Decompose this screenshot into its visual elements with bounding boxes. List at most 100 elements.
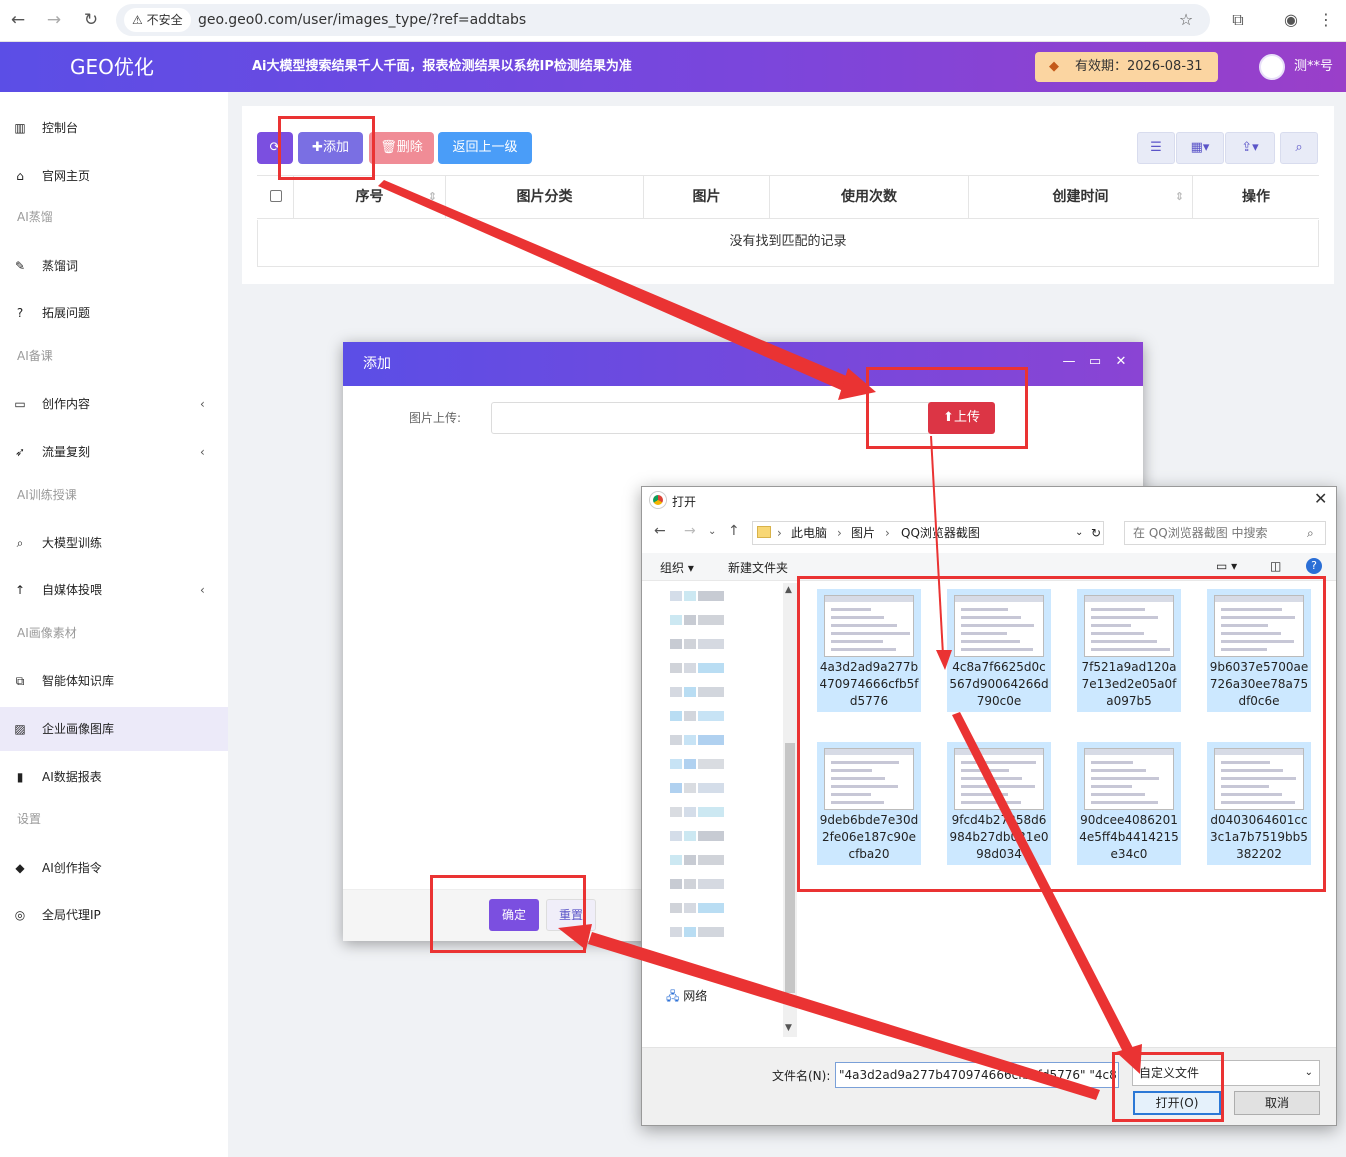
- table-search-icon[interactable]: ⌕: [1280, 132, 1318, 164]
- nav-tree-item-blurred[interactable]: [684, 591, 696, 601]
- organize-menu[interactable]: 组织 ▾: [660, 559, 694, 576]
- nav-tree-item-blurred[interactable]: [670, 927, 682, 937]
- nav-tree-item-blurred[interactable]: [670, 735, 682, 745]
- reload-icon[interactable]: ↻: [79, 8, 103, 32]
- nav-tree-item-blurred[interactable]: [670, 663, 682, 673]
- new-folder-button[interactable]: 新建文件夹: [728, 559, 788, 576]
- sidebar-item[interactable]: ◆ AI创作指令: [0, 846, 228, 890]
- nav-tree-item-blurred[interactable]: [670, 615, 682, 625]
- nav-tree-item-blurred[interactable]: [670, 711, 682, 721]
- recent-dropdown-icon[interactable]: ⌄: [708, 526, 716, 537]
- file-item[interactable]: 7f521a9ad120a7e13ed2e05a0fa097b5: [1077, 589, 1181, 712]
- nav-tree-item-blurred[interactable]: [698, 927, 724, 937]
- file-item[interactable]: 4c8a7f6625d0c567d90064266d790c0e: [947, 589, 1051, 712]
- export-icon[interactable]: ⇪▾: [1225, 132, 1275, 164]
- nav-tree-item-blurred[interactable]: [684, 687, 696, 697]
- confirm-button[interactable]: 确定: [489, 899, 539, 931]
- scroll-up-icon[interactable]: ▲: [785, 585, 792, 595]
- breadcrumb-pictures[interactable]: 图片: [851, 522, 875, 544]
- nav-tree-item-blurred[interactable]: [698, 831, 724, 841]
- nav-tree-item-blurred[interactable]: [670, 759, 682, 769]
- nav-tree-item-blurred[interactable]: [670, 687, 682, 697]
- sidebar-item[interactable]: ➶ 流量复刻 ‹: [0, 430, 228, 474]
- nav-tree-item-blurred[interactable]: [684, 927, 696, 937]
- file-item[interactable]: 4a3d2ad9a277b470974666cfb5fd5776: [817, 589, 921, 712]
- table-header-cell[interactable]: 序号 ⇕: [293, 175, 445, 219]
- nav-tree-item-blurred[interactable]: [684, 783, 696, 793]
- nav-tree-item-blurred[interactable]: [698, 735, 724, 745]
- file-item[interactable]: 90dcee40862014e5ff4b4414215e34c0: [1077, 742, 1181, 865]
- nav-tree-item-blurred[interactable]: [670, 879, 682, 889]
- nav-tree-item-blurred[interactable]: [684, 735, 696, 745]
- close-icon[interactable]: ✕: [1113, 354, 1129, 369]
- table-header-cell[interactable]: 创建时间 ⇕: [968, 175, 1192, 219]
- sidebar-item[interactable]: ⌂ 官网主页: [0, 154, 228, 198]
- nav-tree-item-blurred[interactable]: [684, 663, 696, 673]
- nav-tree-item-blurred[interactable]: [698, 783, 724, 793]
- address-bar[interactable]: ⚠ 不安全 geo.geo0.com/user/images_type/?ref…: [116, 4, 1210, 36]
- sidebar-item[interactable]: ▭ 创作内容 ‹: [0, 382, 228, 426]
- nav-tree-item-blurred[interactable]: [684, 639, 696, 649]
- sidebar-item[interactable]: ▥ 控制台: [0, 106, 228, 150]
- nav-tree-item-blurred[interactable]: [684, 807, 696, 817]
- nav-tree-item-blurred[interactable]: [698, 711, 724, 721]
- star-icon[interactable]: ☆: [1174, 8, 1198, 32]
- filename-input[interactable]: "4a3d2ad9a277b470974666cfb5fd5776" "4c8: [835, 1062, 1119, 1088]
- profile-icon[interactable]: ◉: [1279, 8, 1303, 32]
- sidebar-item[interactable]: ⌕ 大模型训练: [0, 521, 228, 565]
- nav-tree-item-blurred[interactable]: [698, 591, 724, 601]
- minimize-icon[interactable]: —: [1061, 354, 1077, 369]
- back-arrow-icon[interactable]: ←: [654, 523, 666, 539]
- add-button[interactable]: ✚添加: [298, 132, 363, 164]
- nav-tree-item-blurred[interactable]: [670, 831, 682, 841]
- sidebar-item[interactable]: ↑ 自媒体投喂 ‹: [0, 568, 228, 612]
- open-button[interactable]: 打开(O): [1133, 1091, 1221, 1115]
- nav-tree-item-blurred[interactable]: [684, 711, 696, 721]
- nav-tree-item-blurred[interactable]: [684, 831, 696, 841]
- list-view-icon[interactable]: ☰: [1137, 132, 1175, 164]
- nav-tree-item-blurred[interactable]: [684, 855, 696, 865]
- nav-tree-item-blurred[interactable]: [698, 807, 724, 817]
- nav-tree-item-blurred[interactable]: [698, 615, 724, 625]
- breadcrumb-folder[interactable]: QQ浏览器截图: [901, 522, 980, 544]
- nav-tree-item-blurred[interactable]: [670, 807, 682, 817]
- sidebar-item[interactable]: ◎ 全局代理IP: [0, 893, 228, 937]
- user-name[interactable]: 测**号: [1294, 42, 1333, 92]
- nav-network[interactable]: 🖧 网络: [666, 987, 707, 1008]
- file-item[interactable]: d0403064601cc3c1a7b7519bb5382202: [1207, 742, 1311, 865]
- cancel-button[interactable]: 取消: [1234, 1091, 1320, 1115]
- nav-tree-item-blurred[interactable]: [670, 591, 682, 601]
- folder-search-input[interactable]: 在 QQ浏览器截图 中搜索 ⌕: [1124, 521, 1326, 545]
- up-arrow-icon[interactable]: ↑: [728, 523, 740, 539]
- scroll-down-icon[interactable]: ▼: [785, 1023, 792, 1033]
- nav-tree-item-blurred[interactable]: [698, 855, 724, 865]
- insecure-badge[interactable]: ⚠ 不安全: [124, 8, 191, 32]
- select-all-checkbox[interactable]: [270, 190, 282, 202]
- image-upload-input[interactable]: [491, 402, 931, 434]
- refresh-path-icon[interactable]: ↻: [1091, 522, 1101, 544]
- avatar[interactable]: [1259, 54, 1285, 80]
- file-item[interactable]: 9deb6bde7e30d2fe06e187c90ecfba20: [817, 742, 921, 865]
- sidebar-item[interactable]: ⧉ 智能体知识库: [0, 659, 228, 703]
- view-mode-icon[interactable]: ▭ ▾: [1216, 559, 1237, 573]
- forward-icon[interactable]: →: [42, 8, 66, 32]
- extensions-icon[interactable]: ⧉: [1226, 8, 1250, 32]
- dialog-close-icon[interactable]: ✕: [1314, 489, 1327, 508]
- refresh-button[interactable]: ⟳: [257, 132, 293, 164]
- nav-tree-item-blurred[interactable]: [670, 855, 682, 865]
- delete-button[interactable]: 🗑删除: [369, 132, 434, 164]
- modal-header[interactable]: 添加 — ▭ ✕: [343, 342, 1143, 386]
- nav-tree-item-blurred[interactable]: [698, 687, 724, 697]
- maximize-icon[interactable]: ▭: [1087, 354, 1103, 369]
- nav-tree-item-blurred[interactable]: [684, 879, 696, 889]
- file-item[interactable]: 9b6037e5700ae726a30ee78a75df0c6e: [1207, 589, 1311, 712]
- nav-tree-item-blurred[interactable]: [684, 615, 696, 625]
- menu-icon[interactable]: ⋮: [1314, 8, 1338, 32]
- preview-pane-icon[interactable]: ◫: [1270, 559, 1281, 573]
- path-dropdown-icon[interactable]: ⌄: [1075, 522, 1083, 544]
- nav-tree-item-blurred[interactable]: [670, 639, 682, 649]
- reset-button[interactable]: 重置: [546, 899, 596, 931]
- url-text[interactable]: geo.geo0.com/user/images_type/?ref=addta…: [198, 4, 526, 36]
- sidebar-item[interactable]: ▨ 企业画像图库: [0, 707, 228, 751]
- back-to-parent-button[interactable]: 返回上一级: [438, 132, 532, 164]
